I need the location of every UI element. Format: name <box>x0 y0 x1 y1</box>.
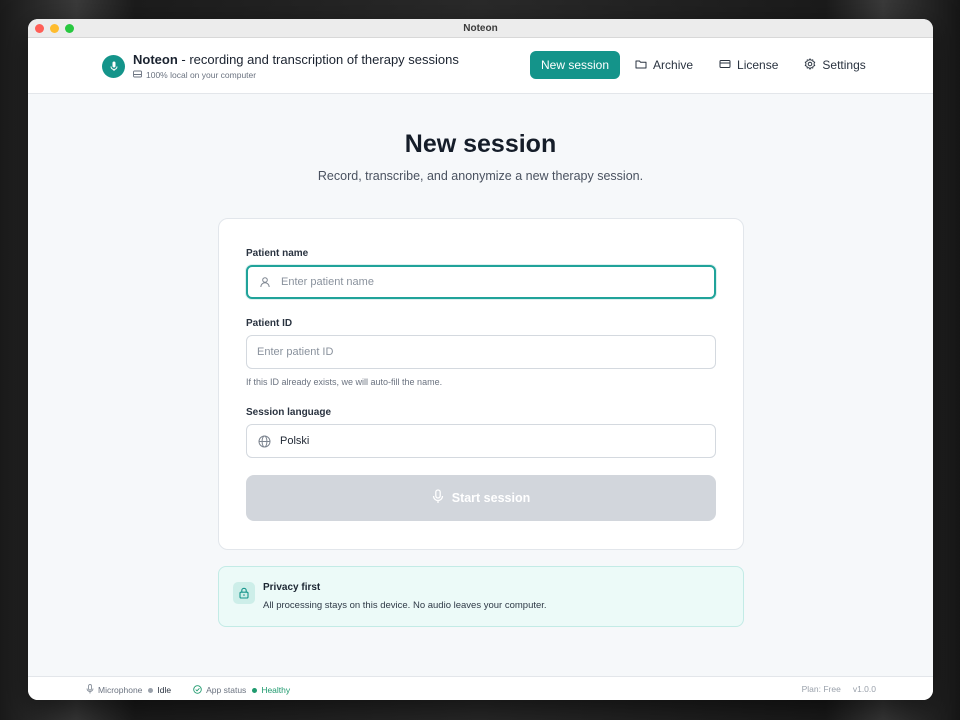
title-bar: Noteon <box>28 19 933 38</box>
nav-settings-label: Settings <box>822 58 866 72</box>
privacy-title: Privacy first <box>263 582 321 593</box>
gear-icon <box>804 57 816 73</box>
close-window-button[interactable] <box>35 24 44 33</box>
microphone-status-dot <box>148 687 154 693</box>
patient-name-placeholder: Enter patient name <box>281 276 374 288</box>
app-header: Noteon - recording and transcription of … <box>28 38 933 94</box>
patient-id-label: Patient ID <box>246 318 293 329</box>
brand-subtitle: 100% local on your computer <box>133 70 459 80</box>
patient-name-label: Patient name <box>246 248 309 259</box>
patient-id-hint: If this ID already exists, we will auto-… <box>246 377 443 387</box>
hard-drive-icon <box>133 70 142 80</box>
plan-label: Plan: Free <box>801 684 841 694</box>
app-status-dot <box>252 687 258 693</box>
main-content: New session Record, transcribe, and anon… <box>28 95 933 675</box>
nav-license-label: License <box>737 58 779 72</box>
page-subtitle: Record, transcribe, and anonymize a new … <box>317 169 644 183</box>
microphone-status-value: Idle <box>157 685 172 695</box>
privacy-text: All processing stays on this device. No … <box>263 600 547 611</box>
microphone-icon <box>432 489 444 507</box>
microphone-status-icon <box>86 684 94 696</box>
nav-settings-button[interactable]: Settings <box>793 51 876 79</box>
microphone-status-label: Microphone <box>98 685 143 695</box>
page-title: New session <box>404 130 557 158</box>
brand-name: Noteon <box>133 52 178 67</box>
user-icon <box>258 275 272 289</box>
nav-archive-label: Archive <box>653 58 694 72</box>
start-session-label: Start session <box>451 491 531 505</box>
brand-tagline: - recording and transcription of therapy… <box>177 52 459 67</box>
window-title: Noteon <box>463 22 498 34</box>
app-title: Noteon - recording and transcription of … <box>133 52 459 67</box>
patient-id-placeholder: Enter patient ID <box>257 346 334 358</box>
patient-id-input[interactable]: Enter patient ID <box>246 335 716 369</box>
nav-new-session-label: New session <box>541 58 610 72</box>
globe-icon <box>257 434 271 448</box>
brand-sub-text: 100% local on your computer <box>146 70 257 80</box>
start-session-button[interactable]: Start session <box>246 475 716 521</box>
main-nav: New session Archive License Settings <box>530 51 881 79</box>
status-bar: Microphone Idle App status Healthy Plan:… <box>28 676 933 700</box>
new-session-form: Patient name Enter patient name Patient … <box>218 218 744 550</box>
session-language-label: Session language <box>246 407 332 418</box>
app-status-value: Healthy <box>261 685 291 695</box>
card-icon <box>719 58 731 72</box>
check-circle-icon <box>193 684 202 696</box>
nav-license-button[interactable]: License <box>708 51 789 79</box>
minimize-window-button[interactable] <box>50 24 59 33</box>
window-controls <box>35 24 74 33</box>
zoom-window-button[interactable] <box>65 24 74 33</box>
privacy-notice: Privacy first All processing stays on th… <box>218 566 744 627</box>
app-status-label: App status <box>206 685 247 695</box>
brand: Noteon - recording and transcription of … <box>102 52 459 80</box>
nav-new-session-button[interactable]: New session <box>530 51 621 79</box>
patient-name-input[interactable]: Enter patient name <box>246 265 716 299</box>
app-window: Noteon Noteon - recording and transcript… <box>28 19 933 700</box>
nav-archive-button[interactable]: Archive <box>624 51 704 79</box>
version-label: v1.0.0 <box>852 684 876 694</box>
session-language-select[interactable]: Polski <box>246 424 716 458</box>
folder-icon <box>635 58 647 72</box>
session-language-value: Polski <box>280 435 310 447</box>
lock-icon <box>233 582 255 604</box>
brand-logo-icon <box>102 54 125 78</box>
